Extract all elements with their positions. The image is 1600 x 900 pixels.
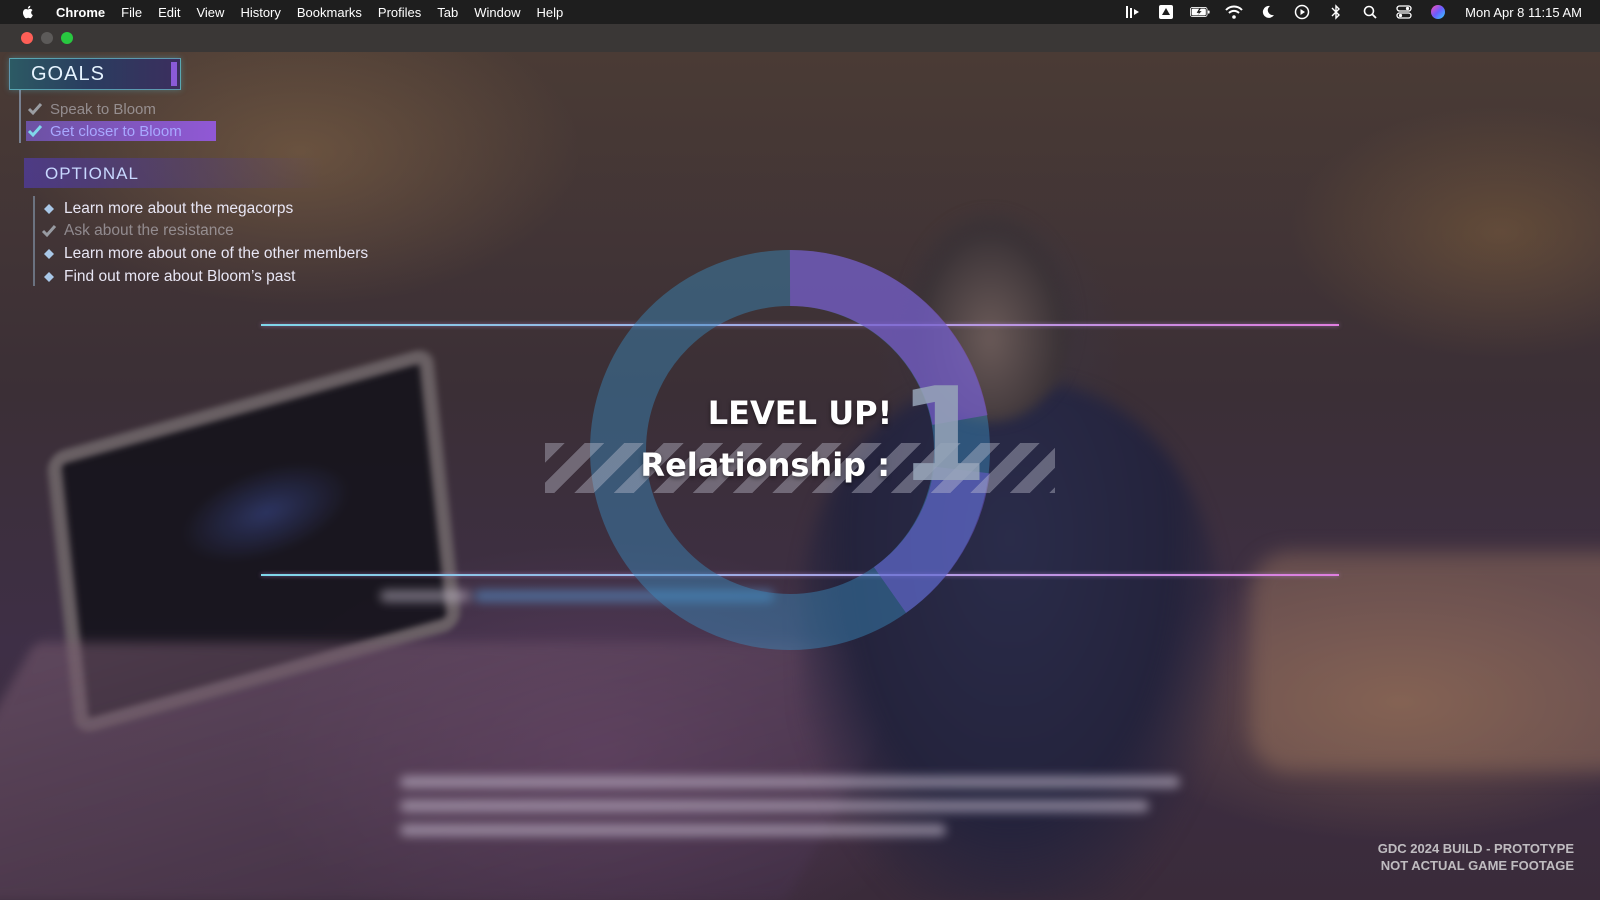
level-up-relationship-label: Relationship :	[640, 446, 890, 484]
build-watermark: GDC 2024 BUILD - PROTOTYPE NOT ACTUAL GA…	[1378, 840, 1574, 874]
menu-help[interactable]: Help	[537, 5, 564, 20]
menu-bookmarks[interactable]: Bookmarks	[297, 5, 362, 20]
check-icon	[41, 225, 57, 238]
optional-item: Find out more about Bloom’s past	[40, 266, 295, 288]
drive-icon[interactable]	[1156, 4, 1176, 20]
menu-app-chrome[interactable]: Chrome	[56, 5, 105, 20]
optional-label: Learn more about the megacorps	[64, 200, 294, 217]
control-center-icon[interactable]	[1394, 4, 1414, 20]
audio-levels-icon[interactable]	[1122, 4, 1142, 20]
menu-window[interactable]: Window	[474, 5, 520, 20]
menu-edit[interactable]: Edit	[158, 5, 180, 20]
moon-icon[interactable]	[1258, 4, 1278, 20]
goals-header: GOALS	[9, 58, 181, 90]
diamond-bullet-icon	[44, 249, 54, 259]
level-number: 1	[898, 359, 989, 511]
optional-label: Ask about the resistance	[64, 222, 234, 239]
level-up-title: LEVEL UP!	[707, 394, 893, 432]
optional-title: OPTIONAL	[45, 164, 139, 183]
optional-divider	[33, 196, 35, 286]
optional-item: Learn more about the megacorps	[40, 198, 293, 220]
background-couch	[1250, 552, 1600, 772]
optional-label: Learn more about one of the other member…	[64, 245, 369, 262]
menu-clock[interactable]: Mon Apr 8 11:15 AM	[1465, 5, 1582, 20]
check-icon	[27, 103, 43, 116]
optional-label: Find out more about Bloom’s past	[64, 268, 296, 285]
play-icon[interactable]	[1292, 4, 1312, 20]
goals-divider	[19, 90, 21, 143]
bluetooth-icon[interactable]	[1326, 4, 1346, 20]
menu-file[interactable]: File	[121, 5, 142, 20]
optional-header: OPTIONAL	[24, 158, 324, 188]
watermark-line-1: GDC 2024 BUILD - PROTOTYPE	[1377, 841, 1574, 856]
goal-item-active: Get closer to Bloom	[26, 121, 216, 141]
menu-tab[interactable]: Tab	[437, 5, 458, 20]
diamond-bullet-icon	[44, 272, 54, 282]
menu-bar: Chrome File Edit View History Bookmarks …	[0, 0, 1600, 24]
wifi-icon[interactable]	[1224, 4, 1244, 20]
window-minimize-button[interactable]	[41, 32, 53, 44]
optional-item: Ask about the resistance	[40, 220, 234, 242]
search-icon[interactable]	[1360, 4, 1380, 20]
window-close-button[interactable]	[21, 32, 33, 44]
goals-title: GOALS	[31, 63, 105, 85]
siri-icon[interactable]	[1428, 4, 1448, 20]
check-icon	[27, 125, 43, 138]
optional-item: Learn more about one of the other member…	[40, 243, 368, 265]
menu-history[interactable]: History	[240, 5, 280, 20]
menu-view[interactable]: View	[196, 5, 224, 20]
window-fullscreen-button[interactable]	[61, 32, 73, 44]
diamond-bullet-icon	[44, 204, 54, 214]
apple-icon[interactable]	[20, 4, 36, 20]
goal-item: Speak to Bloom	[26, 99, 156, 119]
menu-profiles[interactable]: Profiles	[378, 5, 421, 20]
blurred-subtitles	[400, 764, 1180, 836]
battery-icon[interactable]	[1190, 4, 1210, 20]
goal-label: Get closer to Bloom	[50, 122, 182, 140]
watermark-line-2: NOT ACTUAL GAME FOOTAGE	[1380, 858, 1574, 873]
status-area: Mon Apr 8 11:15 AM	[1115, 0, 1582, 24]
window-titlebar	[0, 24, 1600, 52]
goal-label: Speak to Bloom	[50, 100, 156, 118]
